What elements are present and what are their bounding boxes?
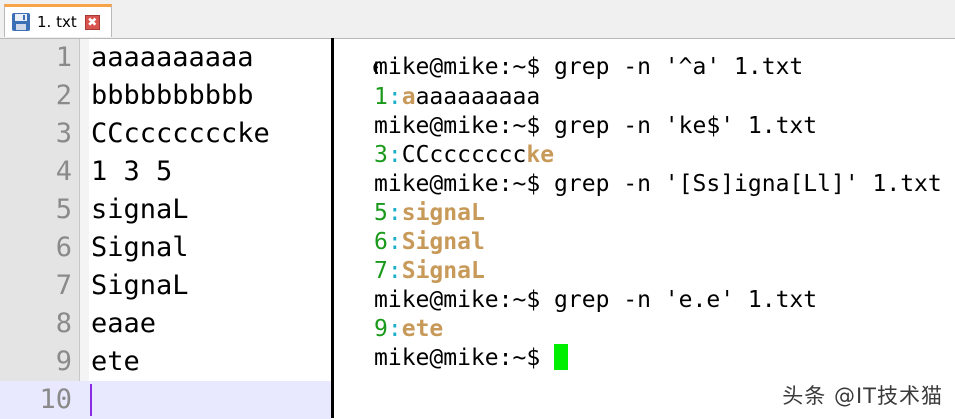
line-text: eaae bbox=[91, 308, 157, 339]
terminal-prompt-line[interactable]: mike@mike:~$ bbox=[374, 344, 569, 373]
match-line-number: 1 bbox=[374, 84, 388, 110]
editor-line[interactable]: 7 SignaL bbox=[0, 267, 332, 305]
watermark: 头条 @IT技术猫 bbox=[782, 384, 943, 408]
prompt: mike@mike:~$ bbox=[374, 54, 541, 80]
command: grep -n '[Ss]igna[Ll]' 1.txt bbox=[554, 171, 942, 197]
editor-line[interactable]: 4 1 3 5 bbox=[0, 153, 332, 191]
line-text: ete bbox=[91, 346, 140, 377]
terminal-result-line: 9:ete bbox=[374, 315, 443, 344]
tab-label: 1. txt bbox=[37, 13, 77, 31]
terminal-cursor bbox=[554, 344, 569, 370]
line-text: SignaL bbox=[91, 270, 189, 301]
terminal-result-line: 5:signaL bbox=[374, 199, 485, 228]
command: grep -n 'ke$' 1.txt bbox=[554, 113, 818, 139]
editor-line[interactable]: 9 ete bbox=[0, 343, 332, 381]
separator: : bbox=[387, 229, 402, 255]
match-line-number: 6 bbox=[374, 229, 388, 255]
line-text: Signal bbox=[91, 232, 189, 263]
close-icon[interactable]: ✖ bbox=[84, 14, 100, 30]
result-text: CCccccccc bbox=[401, 142, 527, 168]
result-text: aaaaaaaaa bbox=[415, 84, 541, 110]
prompt: mike@mike:~$ bbox=[374, 113, 541, 139]
line-number: 9 bbox=[55, 346, 72, 377]
line-number: 10 bbox=[39, 384, 72, 415]
line-text: signaL bbox=[91, 194, 189, 225]
tab-1-txt[interactable]: 1. txt ✖ bbox=[4, 4, 112, 37]
editor-line[interactable]: 8 eaae bbox=[0, 305, 332, 343]
prompt: mike@mike:~$ bbox=[374, 345, 541, 371]
editor-line[interactable]: 2 bbbbbbbbbb bbox=[0, 77, 332, 115]
tab-bar: 1. txt ✖ bbox=[0, 0, 955, 39]
editor-line[interactable]: 3 CCcccccccke bbox=[0, 115, 332, 153]
terminal-command-line: mike@mike:~$ grep -n '^a' 1.txt bbox=[374, 53, 803, 82]
editor-line[interactable]: 5 signaL bbox=[0, 191, 332, 229]
separator: : bbox=[387, 200, 402, 226]
terminal-result-line: 7:SignaL bbox=[374, 257, 485, 286]
separator: : bbox=[387, 142, 402, 168]
match-text: signaL bbox=[401, 200, 485, 226]
line-text: CCcccccccke bbox=[91, 118, 270, 149]
separator: : bbox=[387, 258, 402, 284]
match-line-number: 9 bbox=[374, 316, 388, 342]
separator: : bbox=[387, 316, 402, 342]
terminal-result-line: 3:CCcccccccke bbox=[374, 141, 554, 170]
match-text: ete bbox=[401, 316, 444, 342]
editor-pane[interactable]: 1 aaaaaaaaaa 2 bbbbbbbbbb 3 CCcccccccke … bbox=[0, 39, 332, 419]
line-number: 1 bbox=[55, 42, 72, 73]
command: grep -n '^a' 1.txt bbox=[554, 54, 804, 80]
text-caret bbox=[90, 384, 92, 416]
line-number: 6 bbox=[55, 232, 72, 263]
line-number: 4 bbox=[55, 156, 72, 187]
line-number: 8 bbox=[55, 308, 72, 339]
match-line-number: 5 bbox=[374, 200, 388, 226]
terminal-result-line: 1:aaaaaaaaaa bbox=[374, 83, 540, 112]
line-number: 3 bbox=[55, 118, 72, 149]
editor-line[interactable]: 6 Signal bbox=[0, 229, 332, 267]
terminal-command-line: mike@mike:~$ grep -n 'ke$' 1.txt bbox=[374, 112, 817, 141]
line-number: 5 bbox=[55, 194, 72, 225]
match-text: Signal bbox=[401, 229, 485, 255]
line-number: 7 bbox=[55, 270, 72, 301]
terminal-pane[interactable]: e mike@mike:~$ grep -n '^a' 1.txt 1:aaaa… bbox=[334, 39, 955, 418]
match-text: SignaL bbox=[401, 258, 485, 284]
line-text: aaaaaaaaaa bbox=[91, 42, 254, 73]
editor-line-current[interactable]: 10 bbox=[0, 381, 332, 419]
command: grep -n 'e.e' 1.txt bbox=[554, 287, 818, 313]
terminal-command-line: mike@mike:~$ grep -n 'e.e' 1.txt bbox=[374, 286, 817, 315]
save-icon bbox=[12, 13, 30, 31]
separator: : bbox=[387, 84, 402, 110]
editor-line[interactable]: 1 aaaaaaaaaa bbox=[0, 39, 332, 77]
match-line-number: 7 bbox=[374, 258, 388, 284]
match-text: a bbox=[401, 84, 416, 110]
terminal-result-line: 6:Signal bbox=[374, 228, 485, 257]
line-text: 1 3 5 bbox=[91, 156, 173, 187]
match-line-number: 3 bbox=[374, 142, 388, 168]
line-number: 2 bbox=[55, 80, 72, 111]
match-text: ke bbox=[526, 142, 555, 168]
prompt: mike@mike:~$ bbox=[374, 171, 541, 197]
prompt: mike@mike:~$ bbox=[374, 287, 541, 313]
line-text: bbbbbbbbbb bbox=[91, 80, 254, 111]
terminal-command-line: mike@mike:~$ grep -n '[Ss]igna[Ll]' 1.tx… bbox=[374, 170, 942, 199]
